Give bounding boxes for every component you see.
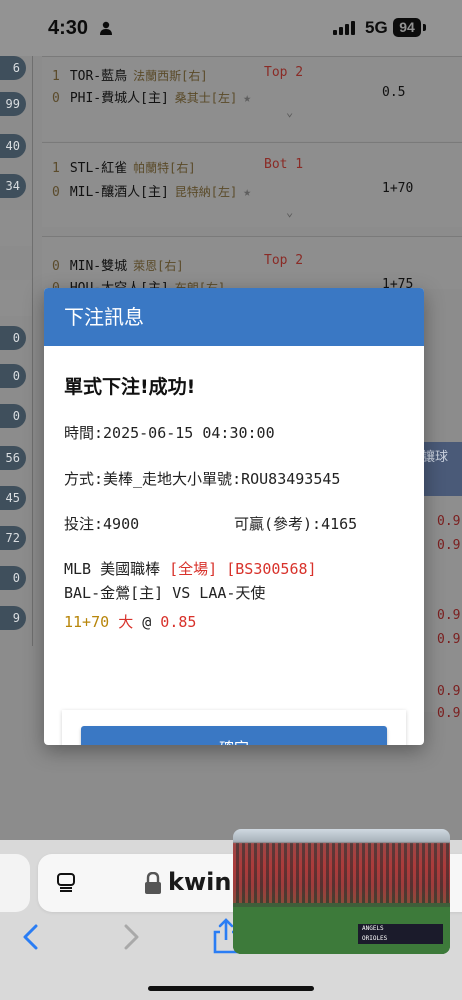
scorebug-team1: ANGELS (362, 925, 384, 932)
bet-method: 方式:美棒_走地大小單號:ROU83493545 (64, 470, 341, 488)
game-card[interactable]: 1 STL-紅雀 帕蘭特[右] Bot 1 0 MIL-釀酒人[主] 昆特納[左] ★ 1… (42, 142, 462, 227)
bet-match: BAL-金鶯[主] VS LAA-天使 (64, 584, 266, 602)
count-pill[interactable]: 0 (0, 326, 26, 350)
away-team: MIN-雙城 (69, 259, 128, 274)
game-status: Top 2 (264, 65, 304, 80)
game-card[interactable]: 1 TOR-藍鳥 法蘭西斯[右] Top 2 0 PHI-費城人[主] 桑其士[左] ★ … (42, 56, 462, 141)
odds-value[interactable]: 0.9 (437, 706, 460, 721)
away-score: 1 (52, 69, 60, 84)
left-column: 6 99 40 34 0 0 0 56 45 72 0 9 (0, 56, 32, 646)
odds-header-label: 讓球 (422, 450, 449, 465)
away-row: 1 STL-紅雀 帕蘭特[右] (52, 157, 196, 176)
bet-time: 時間:2025-06-15 04:30:00 (64, 424, 275, 442)
divider-band (0, 210, 32, 246)
odds-value[interactable]: 0.9 (437, 538, 460, 553)
odds-value[interactable]: 0.9 (437, 608, 460, 623)
bet-side: 大 (118, 613, 134, 631)
away-pitcher: 法蘭西斯[右] (133, 69, 208, 83)
game-status: Bot 1 (264, 157, 304, 172)
bet-odds: 0.85 (160, 613, 197, 631)
success-message: 單式下注!成功! (64, 376, 196, 398)
forward-icon[interactable] (122, 924, 140, 950)
dialog-footer: 確定 (62, 710, 406, 745)
confirm-button[interactable]: 確定 (81, 726, 387, 745)
home-team: MIL-釀酒人[主] (69, 185, 169, 200)
away-score: 0 (52, 259, 60, 274)
odds-column-header: 讓球 (420, 442, 462, 496)
odds-value[interactable]: 0.9 (437, 684, 460, 699)
chevron-down-icon[interactable]: ⌄ (286, 105, 293, 119)
signal-icon (333, 21, 355, 35)
stadium-stands (233, 843, 450, 903)
away-team: TOR-藍鳥 (69, 69, 128, 84)
star-icon[interactable]: ★ (243, 91, 251, 106)
star-icon[interactable]: ★ (243, 185, 251, 200)
count-pill[interactable]: 72 (0, 526, 26, 550)
column-divider (32, 56, 33, 646)
bet-handicap: 11+70 (64, 613, 110, 631)
count-pill[interactable]: 34 (0, 174, 26, 198)
away-pitcher: 萊恩[右] (133, 259, 184, 273)
away-row: 1 TOR-藍鳥 法蘭西斯[右] (52, 65, 208, 84)
home-row: 0 PHI-費城人[主] 桑其士[左] ★ (52, 87, 251, 106)
game-status: Top 2 (264, 253, 304, 268)
scorebug: ANGELS ORIOLES (358, 924, 443, 944)
at-symbol: @ (142, 613, 152, 631)
bet-period: [全場] (169, 560, 218, 578)
game-line[interactable]: 1+70 (382, 181, 413, 196)
league-name: MLB 美國職棒 (64, 560, 161, 578)
count-pill[interactable]: 0 (0, 404, 26, 428)
home-score: 0 (52, 91, 60, 106)
bet-code: [BS300568] (226, 560, 317, 578)
game-card[interactable]: 0MIN-雙城萊恩[右] Top 2 0HOU-太空人[主]布朗[右] 1+75 (42, 236, 462, 296)
reader-icon[interactable] (56, 872, 76, 892)
away-score: 1 (52, 161, 60, 176)
bet-stake: 投注:4900 (64, 515, 140, 533)
home-pitcher: 昆特納[左] (174, 185, 238, 199)
home-indicator (148, 986, 314, 991)
home-team: PHI-費城人[主] (69, 91, 169, 106)
count-pill[interactable]: 40 (0, 134, 26, 158)
pip-video[interactable]: ANGELS ORIOLES (233, 829, 450, 954)
count-pill[interactable]: 6 (0, 56, 26, 80)
home-row: 0 MIL-釀酒人[主] 昆特納[左] ★ (52, 181, 251, 200)
away-pitcher: 帕蘭特[右] (133, 161, 196, 175)
bet-league-row: MLB 美國職棒 [全場] [BS300568] (64, 558, 317, 579)
count-pill[interactable]: 99 (0, 92, 26, 116)
status-bar: 4:30 5G 94 (0, 0, 462, 56)
battery-icon: 94 (393, 18, 421, 37)
odds-value[interactable]: 0.9 (437, 632, 460, 647)
bet-potential-win: 可贏(參考):4165 (234, 515, 358, 533)
count-pill[interactable]: 45 (0, 486, 26, 510)
bet-confirmation-dialog: 下注訊息 單式下注!成功! 時間:2025-06-15 04:30:00 方式:… (44, 288, 424, 745)
status-time: 4:30 (48, 17, 89, 39)
count-pill[interactable]: 0 (0, 566, 26, 590)
network-label: 5G (365, 18, 388, 37)
url-text[interactable]: kwin (168, 868, 231, 896)
home-pitcher: 桑其士[左] (174, 91, 238, 105)
count-pill[interactable]: 9 (0, 606, 26, 630)
scorebug-team2: ORIOLES (362, 935, 388, 942)
chevron-down-icon[interactable]: ⌄ (286, 205, 293, 219)
dialog-title: 下注訊息 (44, 288, 424, 346)
home-score: 0 (52, 185, 60, 200)
count-pill[interactable]: 56 (0, 446, 26, 470)
bet-selection-row: 11+70 大 @ 0.85 (64, 611, 196, 632)
person-icon (100, 21, 112, 35)
away-team: STL-紅雀 (69, 161, 128, 176)
back-icon[interactable] (22, 924, 40, 950)
battery-tip (423, 24, 426, 31)
count-pill[interactable]: 0 (0, 364, 26, 388)
divider-band (0, 280, 32, 316)
away-row: 0 MIN-雙城 萊恩[右] (52, 255, 184, 274)
odds-value[interactable]: 0.9 (437, 514, 460, 529)
lock-icon (145, 872, 161, 894)
previous-tab[interactable] (0, 854, 30, 912)
game-line[interactable]: 0.5 (382, 85, 405, 100)
